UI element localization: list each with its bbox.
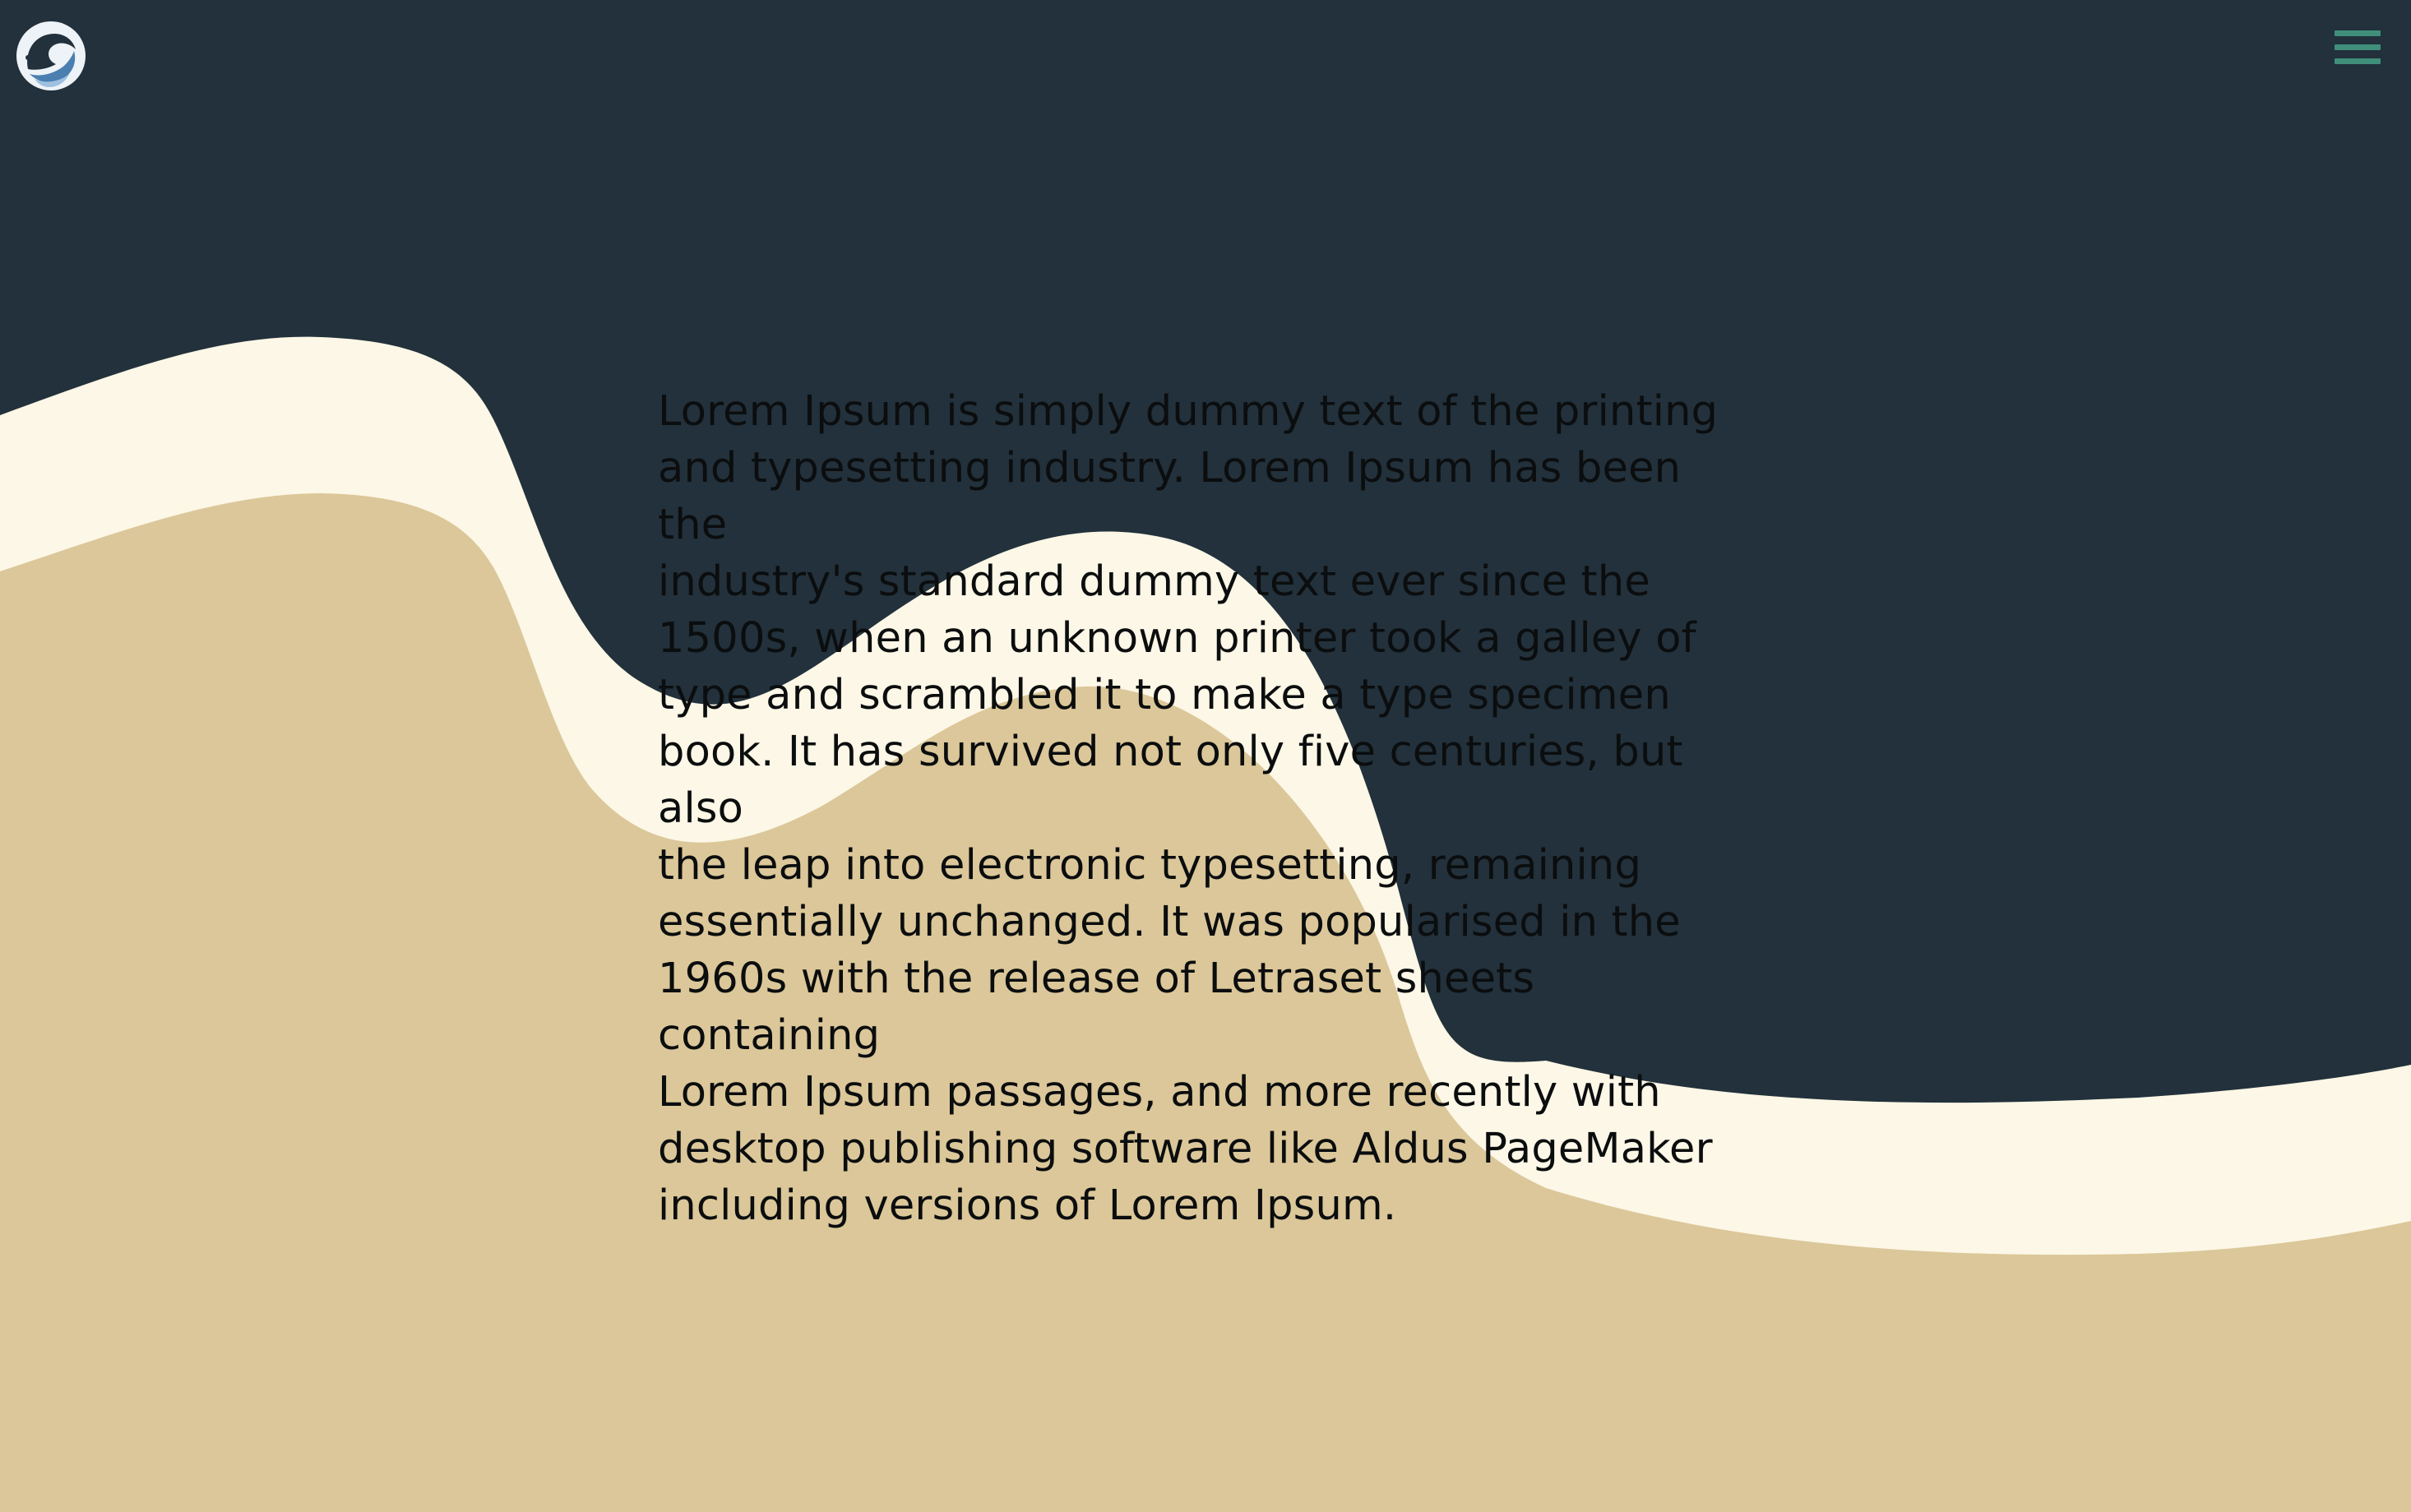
- logo-dot-4: [40, 39, 45, 44]
- hamburger-menu-icon[interactable]: [2331, 25, 2384, 71]
- logo-dot-1: [31, 44, 38, 51]
- wave-logo-icon[interactable]: [15, 20, 87, 92]
- menu-bar-bottom: [2335, 58, 2381, 64]
- menu-bar-middle: [2335, 44, 2381, 50]
- page-background: Lorem Ipsum is simply dummy text of the …: [0, 0, 2411, 1512]
- menu-bar-top: [2335, 30, 2381, 36]
- logo-dot-3: [35, 54, 41, 61]
- body-paragraph: Lorem Ipsum is simply dummy text of the …: [658, 387, 1719, 1230]
- logo-dot-2: [25, 55, 30, 60]
